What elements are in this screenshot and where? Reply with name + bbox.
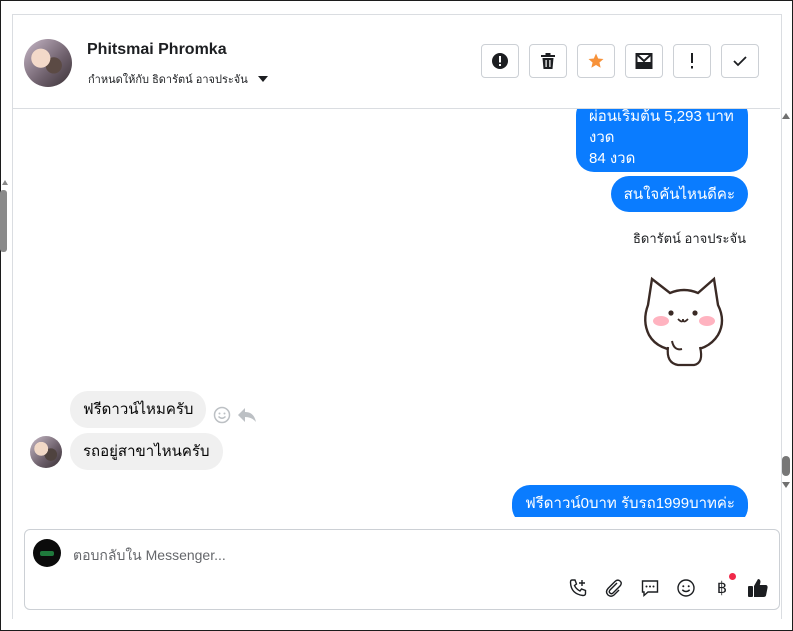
message-text: ผ่อนเริ่มต้น 5,293 บาท งวด	[589, 109, 734, 146]
caret-down-icon	[257, 76, 268, 82]
page-avatar	[33, 539, 61, 567]
message-actions	[213, 406, 257, 424]
star-icon	[588, 53, 604, 68]
reply-input[interactable]: ตอบกลับใน Messenger...	[73, 545, 226, 567]
payment-baht-icon[interactable]: ฿	[711, 573, 736, 599]
move-to-inbox-button[interactable]	[625, 44, 663, 78]
message-thread[interactable]: ผ่อนเริ่มต้น 5,293 บาท งวด 84 งวด สนใจคั…	[13, 109, 780, 517]
scroll-down-arrow[interactable]	[782, 482, 790, 488]
message-text: ฟรีดาวน์0บาท รับรถ1999บาทค่ะ	[525, 495, 735, 512]
scroll-up-arrow[interactable]	[782, 113, 790, 119]
message-bubble-outgoing[interactable]: ฟรีดาวน์0บาท รับรถ1999บาทค่ะ	[512, 485, 748, 517]
message-bubble-incoming[interactable]: รถอยู่สาขาไหนครับ	[70, 433, 223, 470]
mark-done-button[interactable]	[721, 44, 759, 78]
message-text: สนใจคันไหนดีคะ	[623, 186, 735, 203]
saved-replies-icon[interactable]	[639, 577, 661, 599]
sender-name: ธิดารัตน์ อาจประจัน	[632, 231, 746, 246]
message-bubble-incoming[interactable]: ฟรีดาวน์ไหมครับ	[70, 391, 207, 428]
spam-button[interactable]	[481, 44, 519, 78]
panel-right-border	[781, 14, 782, 619]
delete-button[interactable]	[529, 44, 567, 78]
reply-icon[interactable]	[237, 406, 257, 424]
message-text: รถอยู่สาขาไหนครับ	[83, 443, 210, 460]
contact-name[interactable]: Phitsmai Phromka	[87, 41, 227, 59]
assignee-dropdown[interactable]: กำหนดให้กับ ธิดารัตน์ อาจประจัน	[88, 70, 268, 88]
contact-avatar[interactable]	[24, 39, 72, 87]
alert-circle-icon	[492, 53, 508, 69]
thumbs-up-icon[interactable]	[747, 577, 769, 599]
smiley-react-icon[interactable]	[213, 406, 231, 424]
baht-symbol: ฿	[716, 580, 728, 597]
mail-icon	[635, 53, 653, 69]
message-text: ฟรีดาวน์ไหมครับ	[83, 401, 194, 418]
call-add-icon[interactable]	[567, 577, 589, 599]
conversation-header: Phitsmai Phromka กำหนดให้กับ ธิดารัตน์ อ…	[13, 15, 780, 109]
notification-dot	[729, 573, 736, 580]
star-button[interactable]	[577, 44, 615, 78]
emoji-icon[interactable]	[675, 577, 697, 599]
left-scroll-arrow[interactable]	[2, 180, 8, 185]
thread-scrollbar-thumb[interactable]	[782, 456, 790, 476]
paperclip-icon[interactable]	[603, 577, 625, 599]
composer-toolbar: ฿	[567, 573, 769, 599]
trash-icon	[541, 53, 555, 69]
cat-sticker[interactable]	[638, 271, 730, 369]
left-scrollbar-thumb[interactable]	[0, 190, 7, 252]
message-bubble-outgoing[interactable]: สนใจคันไหนดีคะ	[610, 176, 748, 212]
message-text: 84 งวด	[589, 150, 636, 167]
reply-composer[interactable]: ตอบกลับใน Messenger... ฿	[24, 529, 780, 610]
contact-avatar-small[interactable]	[30, 436, 62, 468]
check-icon	[733, 56, 747, 67]
follow-up-button[interactable]	[673, 44, 711, 78]
assignee-label: กำหนดให้กับ ธิดารัตน์ อาจประจัน	[88, 74, 248, 86]
message-bubble-outgoing[interactable]: ผ่อนเริ่มต้น 5,293 บาท งวด 84 งวด	[576, 109, 748, 172]
exclamation-icon	[691, 53, 693, 69]
